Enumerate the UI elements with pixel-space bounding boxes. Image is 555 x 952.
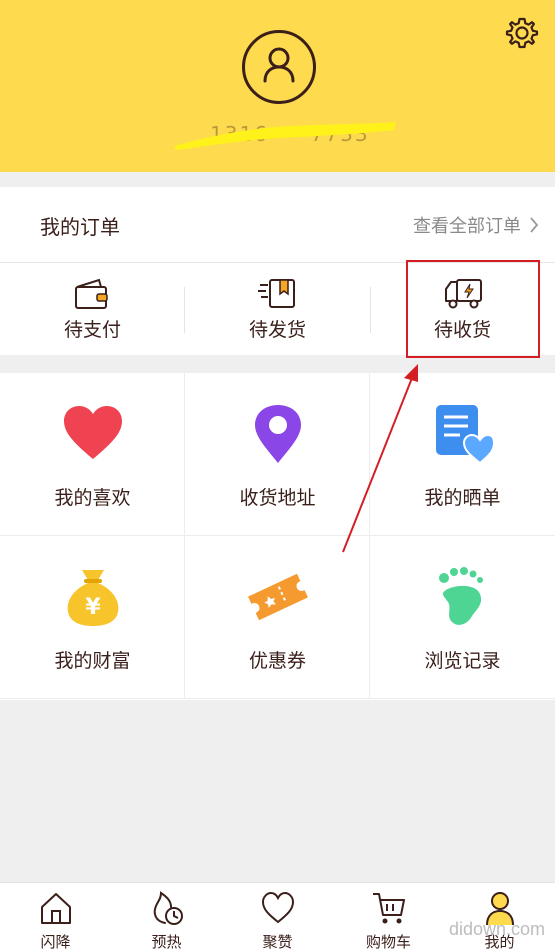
tab-mine[interactable]: 我的: [444, 883, 555, 952]
feature-grid: 我的喜欢 收货地址 我的晒单 ¥ 我的财富 优惠券 浏览记录: [0, 373, 555, 700]
tab-preheat[interactable]: 预热: [111, 883, 222, 952]
avatar[interactable]: [242, 30, 316, 104]
money-bag-icon: ¥: [67, 570, 119, 626]
view-all-label: 查看全部订单: [413, 216, 521, 237]
highlight-box: [406, 260, 540, 358]
grid-item-wealth[interactable]: ¥ 我的财富: [0, 536, 185, 699]
tab-flash-sale[interactable]: 闪降: [0, 883, 111, 952]
grid-item-history[interactable]: 浏览记录: [370, 536, 555, 699]
cart-icon: [373, 893, 405, 924]
grid-item-reviews[interactable]: 我的晒单: [370, 373, 555, 536]
gear-icon[interactable]: [505, 16, 539, 50]
tab-label: 聚赞: [262, 933, 293, 951]
footprint-icon: [439, 567, 483, 625]
svg-text:¥: ¥: [85, 595, 101, 620]
location-pin-icon: [255, 405, 301, 463]
user-icon: [263, 47, 295, 83]
document-heart-icon: [436, 405, 494, 465]
profile-header: 1316·····7733: [0, 0, 555, 172]
home-icon: [41, 893, 71, 924]
package-icon: [258, 279, 295, 308]
order-label: 待发货: [248, 319, 306, 341]
tab-label: 闪降: [40, 933, 71, 951]
tab-cart[interactable]: 购物车: [333, 883, 444, 952]
bottom-tab-bar: 闪降 预热 聚赞 购物车 我的: [0, 882, 555, 952]
heart-icon: [64, 406, 122, 459]
grid-item-coupons[interactable]: 优惠券: [185, 536, 370, 699]
watermark: didown.com: [448, 919, 545, 939]
grid-item-label: 我的喜欢: [54, 487, 131, 509]
tab-label: 预热: [151, 933, 182, 951]
orders-title: 我的订单: [40, 215, 120, 239]
grid-item-label: 我的财富: [54, 650, 131, 672]
grid-item-likes[interactable]: 我的喜欢: [0, 373, 185, 536]
grid-item-label: 浏览记录: [424, 650, 501, 672]
flame-clock-icon: [153, 891, 183, 925]
heart-outline-icon: [261, 891, 295, 924]
phone-redaction: [174, 122, 396, 150]
phone-number: 1316·····7733: [170, 116, 400, 152]
coupon-icon: [248, 573, 308, 621]
view-all-orders-link[interactable]: 查看全部订单: [413, 212, 539, 238]
grid-item-label: 优惠券: [248, 650, 306, 672]
wallet-icon: [75, 278, 108, 309]
order-pending-payment[interactable]: 待支付: [0, 263, 185, 355]
orders-header: 我的订单 查看全部订单: [0, 187, 555, 263]
tab-label: 购物车: [365, 933, 411, 951]
chevron-right-icon: [530, 217, 539, 233]
grid-item-label: 我的晒单: [424, 487, 501, 509]
order-label: 待支付: [63, 319, 121, 341]
tab-likes[interactable]: 聚赞: [222, 883, 333, 952]
grid-item-address[interactable]: 收货地址: [185, 373, 370, 536]
order-pending-shipment[interactable]: 待发货: [185, 263, 370, 355]
grid-item-label: 收货地址: [239, 487, 316, 509]
